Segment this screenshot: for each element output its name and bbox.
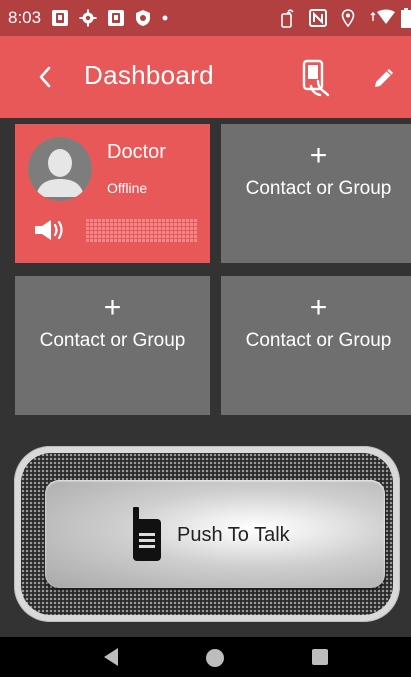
add-contact-tile[interactable]: + Contact or Group [221,276,411,415]
push-to-talk-button[interactable]: Push To Talk [45,480,385,588]
contact-status: Offline [107,180,148,196]
nfc-icon [309,9,327,27]
nfc-tap-icon [279,8,295,28]
audio-level-meter [85,219,197,243]
status-time: 8:03 [8,8,42,27]
contact-name: Doctor [107,141,166,163]
app-notification-icon [51,9,69,27]
app-notification-icon [107,9,125,27]
nav-back-icon[interactable] [100,646,122,668]
avatar [28,137,92,201]
plus-icon: + [103,291,122,324]
user-avatar-icon [28,137,92,201]
page-title: Dashboard [84,60,214,90]
back-button[interactable] [30,61,60,93]
contact-tile-doctor[interactable]: Doctor Offline [15,124,210,263]
location-icon [341,9,355,27]
nfc-phone-icon [302,59,330,97]
tile-label: Contact or Group [39,330,186,351]
walkie-talkie-icon [133,507,161,561]
nfc-button[interactable] [296,58,336,98]
ptt-frame: Push To Talk [14,446,400,622]
settings-icon [79,9,97,27]
chevron-left-icon [39,66,51,88]
tile-label: Contact or Group [245,330,392,351]
push-to-talk-label: Push To Talk [177,524,290,546]
pencil-icon [375,69,393,87]
app-bar: Dashboard [0,36,411,118]
add-contact-tile[interactable]: + Contact or Group [15,276,210,415]
plus-icon: + [309,291,328,324]
system-nav-bar [0,637,411,677]
status-bar: 8:03 [0,0,411,36]
plus-icon: + [309,139,328,172]
edit-button[interactable] [368,62,400,94]
tile-label: Contact or Group [245,178,392,199]
dashboard-grid: Doctor Offline + Contact or Group + Cont… [0,118,411,637]
wifi-icon [369,9,397,27]
battery-icon [401,8,411,28]
dot-icon [161,14,169,22]
speaker-icon[interactable] [33,217,69,243]
nav-home-icon[interactable] [206,649,224,667]
nav-recents-icon[interactable] [312,649,328,665]
shield-icon [135,9,151,27]
add-contact-tile[interactable]: + Contact or Group [221,124,411,263]
